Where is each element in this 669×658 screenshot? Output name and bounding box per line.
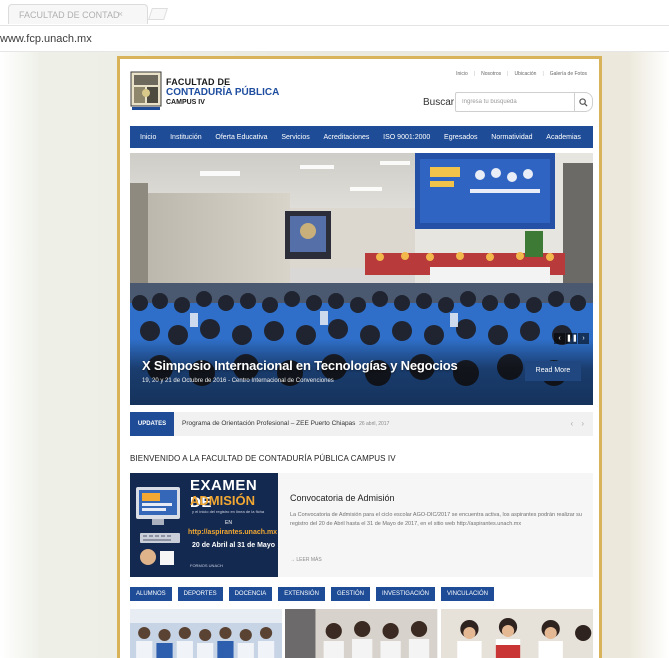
browser-tab[interactable]: FACULTAD DE CONTAD × [8,4,148,24]
banner-url: http://aspirantes.unach.mx [188,529,278,536]
site-logo[interactable]: FACULTAD DE CONTADURÍA PÚBLICA CAMPUS IV [130,71,279,117]
address-bar[interactable]: www.fcp.unach.mx [0,26,669,52]
nav-item-inicio[interactable]: Inicio [140,134,156,141]
updates-item-date: 26 abril, 2017 [359,421,390,427]
nav-item-academias[interactable]: Academias [546,134,581,141]
photo-thumbnail[interactable] [130,609,283,658]
computer-illustration-icon [136,487,180,565]
updates-item-text[interactable]: Programa de Orientación Profesional – ZE… [182,420,355,427]
separator: | [473,71,476,77]
slide-title: X Simposio Internacional en Tecnologías … [142,358,458,373]
category-vinculacion[interactable]: VINCULACIÓN [440,587,494,601]
featured-post-excerpt: La Convocatoria de Admisión para el cicl… [290,512,582,527]
updates-ticker: UPDATES Programa de Orientación Profesio… [130,412,593,436]
featured-post: EXAMEN DE ADMISIÓN y el inicio del regis… [130,473,593,577]
nav-item-institucion[interactable]: Institución [170,134,202,141]
updates-item[interactable]: Programa de Orientación Profesional – ZE… [182,420,389,427]
read-more-button[interactable]: Read More [525,361,581,381]
category-investigacion[interactable]: INVESTIGACIÓN [375,587,435,601]
category-docencia[interactable]: DOCENCIA [228,587,273,601]
category-alumnos[interactable]: ALUMNOS [130,587,172,601]
featured-post-title[interactable]: Convocatoria de Admisión [290,493,395,503]
website-container: FACULTAD DE CONTADURÍA PÚBLICA CAMPUS IV… [117,56,602,658]
hero-slider[interactable]: ‹ ❚❚ › X Simposio Internacional en Tecno… [130,153,593,405]
top-links: Inicio | Nosotros | Ubicación | Galería … [456,71,587,77]
nav-item-acreditaciones[interactable]: Acreditaciones [323,134,369,141]
read-more-link[interactable]: → LEER MÁS [290,557,322,563]
logo-line-3: CAMPUS IV [166,99,205,106]
banner-dates: 20 de Abril al 31 de Mayo [192,542,275,549]
slide-subtitle: 19, 20 y 21 de Octubre de 2016 - Centro … [142,378,334,384]
banner-en: EN [225,520,232,526]
url-text[interactable]: www.fcp.unach.mx [0,33,92,45]
logo-line-2: CONTADURÍA PÚBLICA [166,87,280,98]
search-input[interactable] [455,92,575,112]
updates-arrows-icon[interactable]: ‹ › [570,419,587,428]
updates-badge: UPDATES [130,412,174,436]
tab-title: FACULTAD DE CONTAD [19,10,120,20]
nav-item-normatividad[interactable]: Normatividad [491,134,532,141]
banner-line-2: ADMISIÓN [190,493,255,508]
university-crest-icon [130,71,162,110]
banner-footer: FORMOS UNACH [190,563,223,568]
search-button[interactable] [575,92,593,112]
nav-item-servicios[interactable]: Servicios [281,134,309,141]
separator: | [542,71,544,77]
slider-next-icon[interactable]: › [578,333,589,344]
top-link-ubicacion[interactable]: Ubicación [514,71,536,77]
nav-item-iso[interactable]: ISO 9001:2000 [383,134,430,141]
photo-thumbnail[interactable] [440,609,593,658]
slider-prev-icon[interactable]: ‹ [554,333,565,344]
category-extension[interactable]: EXTENSIÓN [278,587,325,601]
search-icon [579,98,588,107]
separator: | [507,71,509,77]
photo-thumbnail[interactable] [285,609,438,658]
slider-controls: ‹ ❚❚ › [554,333,589,344]
category-gestion[interactable]: GESTIÓN [330,587,370,601]
nav-item-egresados[interactable]: Egresados [444,134,477,141]
main-nav: Inicio Institución Oferta Educativa Serv… [130,126,593,148]
top-link-inicio[interactable]: Inicio [456,71,468,77]
slider-pause-icon[interactable]: ❚❚ [566,333,578,344]
top-link-galeria[interactable]: Galería de Fotos [550,71,587,77]
top-link-nosotros[interactable]: Nosotros [481,71,501,77]
photo-strip [130,609,593,658]
category-buttons: ALUMNOS DEPORTES DOCENCIA EXTENSIÓN GEST… [130,587,494,601]
welcome-heading: BIENVENIDO A LA FACULTAD DE CONTADURÍA P… [130,454,396,463]
nav-item-oferta-educativa[interactable]: Oferta Educativa [215,134,267,141]
new-tab-button[interactable] [148,8,168,20]
category-deportes[interactable]: DEPORTES [177,587,223,601]
browser-tabstrip: FACULTAD DE CONTAD × [0,0,669,26]
logo-line-1: FACULTAD DE [166,77,231,87]
admission-banner[interactable]: EXAMEN DE ADMISIÓN y el inicio del regis… [130,473,278,577]
banner-small-text: y el inicio del registro en línea de la … [192,509,265,514]
tab-close-icon[interactable]: × [118,9,123,19]
search-label: Buscar [423,97,455,108]
